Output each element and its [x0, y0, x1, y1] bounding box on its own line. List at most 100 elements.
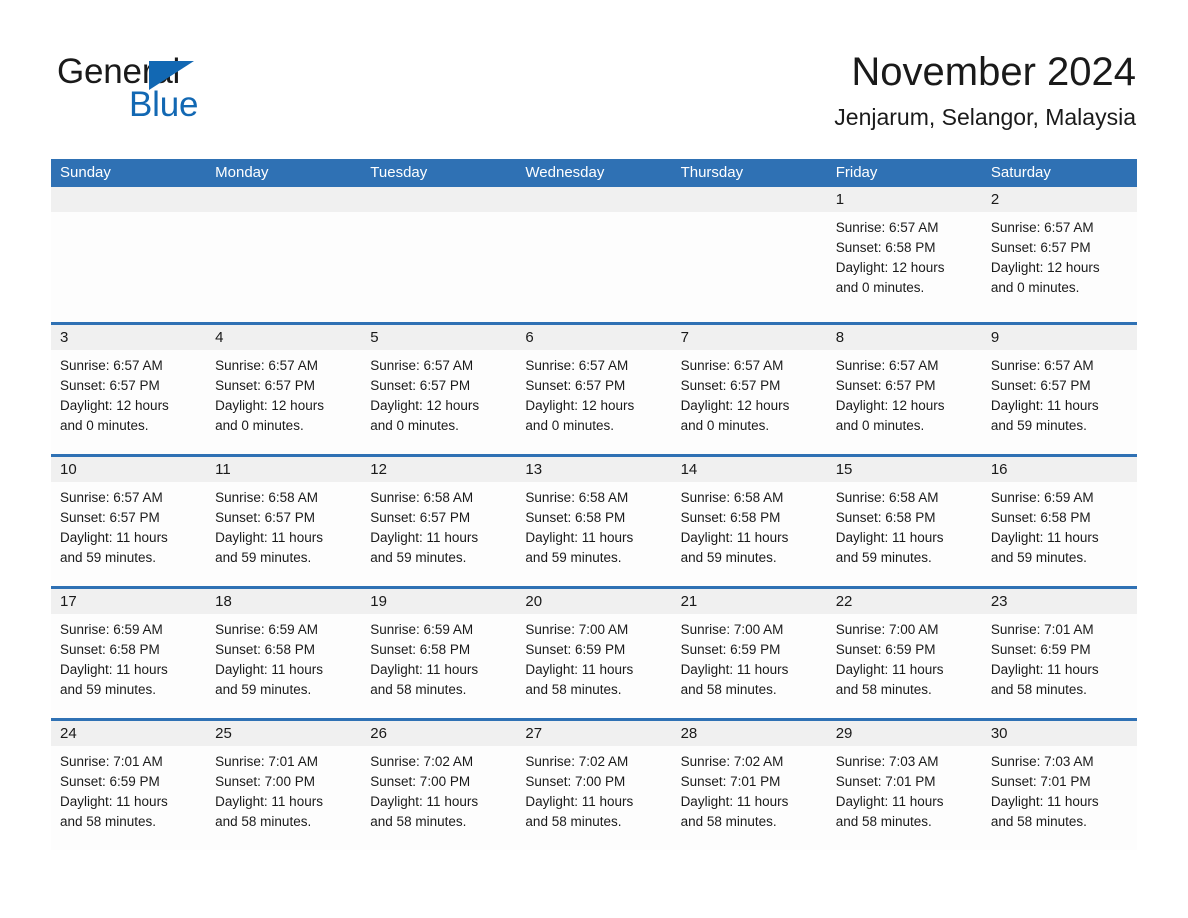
calendar-day-cell[interactable]: 6 Sunrise: 6:57 AM Sunset: 6:57 PM Daylight… — [516, 325, 672, 454]
day-detail-line: Sunset: 7:00 PM — [525, 774, 626, 789]
calendar-day-cell[interactable]: 21 Sunrise: 7:00 AM Sunset: 6:59 PM Dayligh… — [671, 589, 827, 718]
day-details: Sunrise: 7:01 AM Sunset: 6:59 PM Daylight:… — [982, 614, 1137, 700]
calendar-day-cell[interactable]: 16 Sunrise: 6:59 AM Sunset: 6:58 PM Dayligh… — [981, 457, 1137, 586]
calendar-day-cell[interactable]: 7 Sunrise: 6:57 AM Sunset: 6:57 PM Daylight… — [671, 325, 827, 454]
calendar-day-cell[interactable]: 8 Sunrise: 6:57 AM Sunset: 6:57 PM Daylight… — [826, 325, 982, 454]
day-detail-line: Daylight: 11 hours — [60, 530, 168, 545]
day-detail-line: Sunrise: 7:00 AM — [835, 622, 939, 637]
day-detail-line: Sunset: 6:58 PM — [835, 510, 936, 525]
day-detail-line: Sunrise: 6:59 AM — [990, 490, 1094, 505]
calendar-day-cell[interactable]: 1 Sunrise: 6:57 AM Sunset: 6:58 PM Daylight… — [826, 187, 982, 322]
calendar-day-cell[interactable]: 2 Sunrise: 6:57 AM Sunset: 6:57 PM Daylight… — [981, 187, 1137, 322]
day-detail-line: Sunrise: 6:57 AM — [525, 358, 629, 373]
day-detail-line: Sunrise: 6:58 AM — [680, 490, 784, 505]
calendar-day-cell[interactable]: 12 Sunrise: 6:58 AM Sunset: 6:57 PM Dayligh… — [361, 457, 517, 586]
calendar-day-cell[interactable]: 15 Sunrise: 6:58 AM Sunset: 6:58 PM Dayligh… — [826, 457, 982, 586]
day-detail-line: Sunset: 6:58 PM — [60, 642, 160, 657]
day-number: 22 — [835, 593, 853, 610]
day-number: 23 — [990, 593, 1008, 610]
day-detail-line: Sunset: 6:57 PM — [835, 378, 936, 393]
day-detail-line: Sunset: 6:59 PM — [60, 774, 160, 789]
day-detail-line: Sunset: 6:59 PM — [990, 642, 1091, 657]
day-number: 14 — [680, 461, 698, 478]
general-blue-logo[interactable]: General Blue — [57, 52, 317, 124]
day-detail-line: Daylight: 11 hours — [680, 530, 789, 545]
day-number: 27 — [525, 725, 543, 742]
day-detail-line: and 59 minutes. — [680, 550, 777, 565]
calendar-day-cell[interactable]: 18 Sunrise: 6:59 AM Sunset: 6:58 PM Dayligh… — [206, 589, 362, 718]
day-number: 25 — [215, 725, 232, 742]
calendar-day-cell[interactable]: 22 Sunrise: 7:00 AM Sunset: 6:59 PM Dayligh… — [826, 589, 982, 718]
day-detail-line: Daylight: 12 hours — [680, 398, 790, 413]
calendar-day-cell[interactable]: 20 Sunrise: 7:00 AM Sunset: 6:59 PM Dayligh… — [516, 589, 672, 718]
day-number-band: 9 — [981, 325, 1137, 350]
day-details: Sunrise: 6:58 AM Sunset: 6:57 PM Daylight:… — [206, 482, 361, 568]
day-details: Sunrise: 6:57 AM Sunset: 6:57 PM Daylight:… — [51, 350, 206, 436]
calendar-day-cell[interactable]: 25 Sunrise: 7:01 AM Sunset: 7:00 PM Dayligh… — [206, 721, 362, 850]
day-number-band: 24 — [51, 721, 207, 746]
calendar-day-cell[interactable]: 4 Sunrise: 6:57 AM Sunset: 6:57 PM Daylight… — [206, 325, 362, 454]
day-detail-line: Daylight: 12 hours — [835, 398, 945, 413]
day-number-band: 7 — [671, 325, 827, 350]
calendar-day-cell[interactable]: 9 Sunrise: 6:57 AM Sunset: 6:57 PM Daylight… — [981, 325, 1137, 454]
day-detail-line: Sunset: 7:01 PM — [835, 774, 936, 789]
day-detail-line: Sunset: 6:57 PM — [370, 378, 471, 393]
day-number: 29 — [835, 725, 853, 742]
calendar-day-cell[interactable]: 29 Sunrise: 7:03 AM Sunset: 7:01 PM Dayligh… — [826, 721, 982, 850]
calendar-day-cell[interactable]: 19 Sunrise: 6:59 AM Sunset: 6:58 PM Dayligh… — [361, 589, 517, 718]
calendar-day-cell[interactable]: 30 Sunrise: 7:03 AM Sunset: 7:01 PM Dayligh… — [981, 721, 1137, 850]
calendar-day-cell[interactable]: 27 Sunrise: 7:02 AM Sunset: 7:00 PM Dayligh… — [516, 721, 672, 850]
day-detail-line: Sunset: 6:57 PM — [990, 378, 1091, 393]
calendar-day-cell[interactable]: 10 Sunrise: 6:57 AM Sunset: 6:57 PM Dayligh… — [51, 457, 207, 586]
day-number-band: 28 — [671, 721, 827, 746]
day-detail-line: and 58 minutes. — [60, 814, 157, 829]
calendar-day-cell[interactable]: 14 Sunrise: 6:58 AM Sunset: 6:58 PM Dayligh… — [671, 457, 827, 586]
day-detail-line: Sunset: 7:01 PM — [990, 774, 1091, 789]
calendar-day-cell[interactable]: 3 Sunrise: 6:57 AM Sunset: 6:57 PM Daylight… — [51, 325, 207, 454]
calendar-day-cell[interactable]: 23 Sunrise: 7:01 AM Sunset: 6:59 PM Dayligh… — [981, 589, 1137, 718]
calendar-day-cell[interactable]: 5 Sunrise: 6:57 AM Sunset: 6:57 PM Daylight… — [361, 325, 517, 454]
day-number-band — [516, 187, 672, 212]
day-detail-line: Daylight: 11 hours — [215, 794, 323, 809]
day-detail-line: Sunrise: 6:57 AM — [60, 490, 163, 505]
weekday-header-wednesday: Wednesday — [525, 164, 605, 181]
day-detail-line: Sunrise: 6:57 AM — [215, 358, 318, 373]
day-detail-line: Daylight: 11 hours — [835, 530, 944, 545]
day-detail-line: Sunrise: 7:00 AM — [680, 622, 784, 637]
day-number: 4 — [215, 329, 224, 346]
day-detail-line: and 59 minutes. — [835, 550, 932, 565]
day-number: 18 — [215, 593, 232, 610]
day-number-band: 10 — [51, 457, 207, 482]
day-number: 16 — [990, 461, 1008, 478]
day-detail-line: Sunrise: 6:57 AM — [370, 358, 474, 373]
day-detail-line: and 58 minutes. — [370, 814, 467, 829]
weekday-header-thursday: Thursday — [680, 164, 744, 181]
day-detail-line: Daylight: 11 hours — [525, 530, 634, 545]
day-detail-line: Daylight: 12 hours — [990, 260, 1100, 275]
day-detail-line: Daylight: 12 hours — [215, 398, 324, 413]
calendar-day-cell[interactable]: 28 Sunrise: 7:02 AM Sunset: 7:01 PM Dayligh… — [671, 721, 827, 850]
day-detail-line: Sunrise: 6:59 AM — [60, 622, 163, 637]
day-details: Sunrise: 6:58 AM Sunset: 6:58 PM Daylight:… — [516, 482, 671, 568]
day-details: Sunrise: 6:57 AM Sunset: 6:57 PM Daylight:… — [982, 350, 1137, 436]
day-details: Sunrise: 6:57 AM Sunset: 6:58 PM Daylight:… — [827, 212, 982, 298]
day-detail-line: and 0 minutes. — [370, 418, 459, 433]
day-detail-line: and 58 minutes. — [680, 814, 777, 829]
day-detail-line: Daylight: 11 hours — [370, 662, 479, 677]
calendar-day-cell[interactable]: 17 Sunrise: 6:59 AM Sunset: 6:58 PM Dayligh… — [51, 589, 207, 718]
day-number-band: 19 — [361, 589, 517, 614]
day-number-band: 1 — [826, 187, 982, 212]
day-detail-line: and 58 minutes. — [990, 814, 1087, 829]
weekday-header-monday: Monday — [215, 164, 269, 181]
day-number-band: 29 — [826, 721, 982, 746]
day-detail-line: and 59 minutes. — [60, 550, 157, 565]
calendar-day-cell[interactable]: 13 Sunrise: 6:58 AM Sunset: 6:58 PM Dayligh… — [516, 457, 672, 586]
day-details: Sunrise: 7:01 AM Sunset: 6:59 PM Daylight:… — [51, 746, 206, 832]
calendar-day-cell[interactable]: 26 Sunrise: 7:02 AM Sunset: 7:00 PM Dayligh… — [361, 721, 517, 850]
calendar-day-cell[interactable]: 11 Sunrise: 6:58 AM Sunset: 6:57 PM Dayligh… — [206, 457, 362, 586]
day-detail-line: and 0 minutes. — [680, 418, 770, 433]
calendar-day-cell[interactable]: 24 Sunrise: 7:01 AM Sunset: 6:59 PM Dayligh… — [51, 721, 207, 850]
day-detail-line: Sunset: 7:00 PM — [215, 774, 315, 789]
day-details — [672, 212, 827, 218]
day-details: Sunrise: 6:57 AM Sunset: 6:57 PM Daylight:… — [827, 350, 982, 436]
